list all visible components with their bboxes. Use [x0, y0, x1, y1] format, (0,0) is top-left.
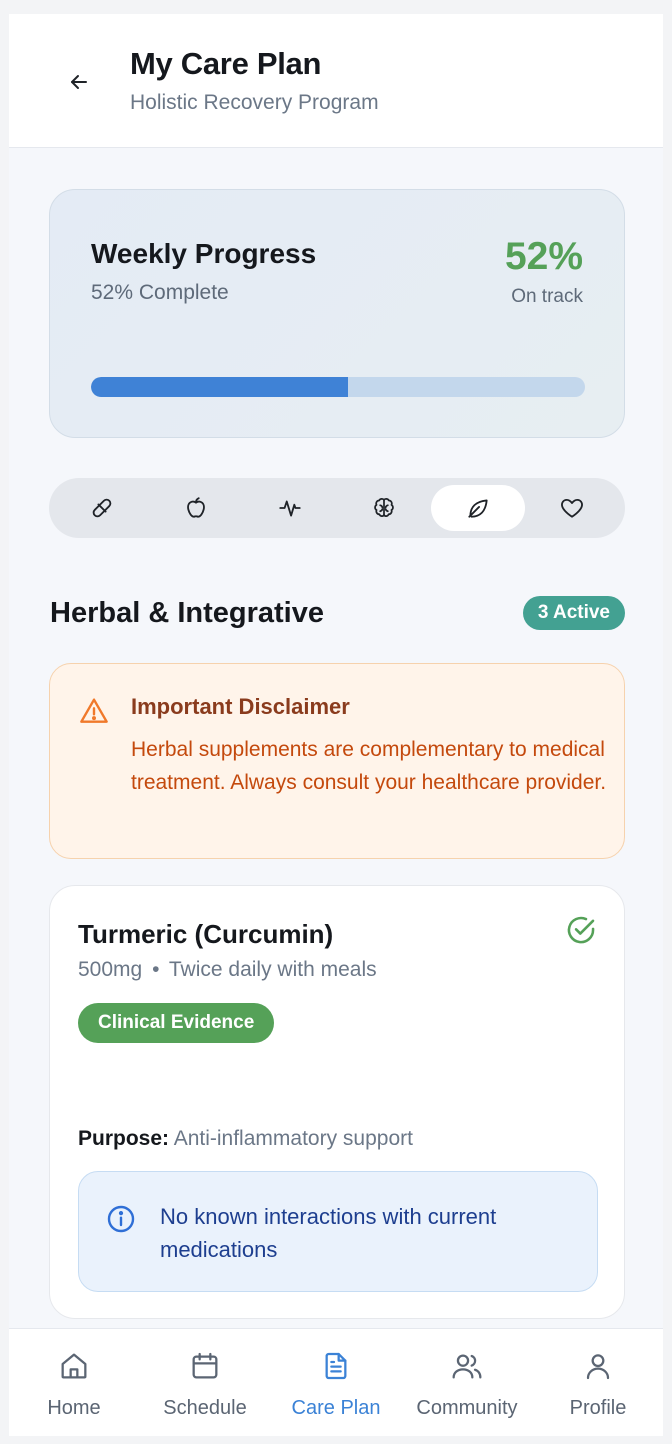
herb-purpose: Purpose: Anti-inflammatory support [78, 1127, 413, 1151]
herb-dosage: 500mg • Twice daily with meals [78, 958, 377, 982]
nav-label: Care Plan [291, 1397, 381, 1419]
purpose-value: Anti-inflammatory support [173, 1127, 413, 1150]
section-title: Herbal & Integrative [50, 597, 324, 629]
interaction-info: No known interactions with current medic… [78, 1171, 598, 1292]
nav-schedule[interactable]: Schedule [140, 1329, 270, 1436]
tab-nutrition[interactable] [149, 485, 243, 531]
progress-bar-fill [91, 377, 348, 397]
progress-subtitle: 52% Complete [91, 281, 229, 304]
check-circle-icon[interactable] [564, 913, 598, 947]
apple-icon [187, 497, 205, 518]
disclaimer-body: Herbal supplements are complementary to … [131, 738, 607, 794]
progress-bar [91, 377, 585, 397]
pill-icon [92, 498, 112, 518]
home-icon [61, 1353, 87, 1379]
herb-card[interactable]: Turmeric (Curcumin) 500mg • Twice daily … [49, 885, 625, 1319]
tab-herbal[interactable] [431, 485, 525, 531]
disclaimer-title: Important Disclaimer [131, 694, 350, 719]
activity-icon [279, 500, 301, 517]
back-button[interactable] [61, 64, 97, 100]
page-subtitle: Holistic Recovery Program [130, 91, 379, 114]
progress-percent: 52% [504, 235, 583, 278]
herb-frequency: Twice daily with meals [168, 958, 377, 981]
herb-name: Turmeric (Curcumin) [78, 919, 334, 949]
warning-triangle-icon [80, 698, 108, 723]
document-icon [325, 1352, 347, 1380]
calendar-icon [192, 1352, 218, 1379]
nav-profile[interactable]: Profile [533, 1329, 663, 1436]
tab-wellness[interactable] [525, 485, 619, 531]
tab-medications[interactable] [55, 485, 149, 531]
info-icon [107, 1205, 135, 1233]
nav-community[interactable]: Community [402, 1329, 532, 1436]
arrow-left-icon [71, 75, 87, 89]
herb-dose: 500mg [78, 958, 143, 981]
nav-care-plan[interactable]: Care Plan [271, 1329, 401, 1436]
purpose-label: Purpose: [78, 1127, 170, 1150]
heart-icon [561, 498, 583, 518]
nav-label: Community [416, 1397, 518, 1419]
brain-icon [374, 498, 394, 517]
header: My Care Plan Holistic Recovery Program [9, 14, 663, 148]
nav-home[interactable]: Home [9, 1329, 139, 1436]
app-screen: My Care Plan Holistic Recovery Program W… [9, 14, 663, 1436]
user-icon [586, 1354, 610, 1380]
dose-separator: • [152, 958, 160, 981]
tab-mental-health[interactable] [337, 485, 431, 531]
nav-label: Home [47, 1397, 101, 1419]
nav-label: Schedule [163, 1397, 247, 1419]
interaction-text: No known interactions with current medic… [160, 1204, 497, 1262]
tab-activity[interactable] [243, 485, 337, 531]
active-count-badge: 3 Active [522, 596, 625, 630]
page-title: My Care Plan [130, 46, 322, 81]
users-icon [452, 1354, 482, 1379]
progress-status: On track [511, 286, 583, 307]
weekly-progress-card: Weekly Progress 52% Complete 52% On trac… [49, 189, 625, 438]
leaf-icon [468, 499, 488, 518]
progress-title: Weekly Progress [91, 238, 317, 269]
nav-label: Profile [569, 1397, 627, 1419]
bottom-navigation: Home Schedule Care Plan Community Profil… [9, 1328, 663, 1436]
category-tabs [49, 478, 625, 538]
evidence-badge: Clinical Evidence [78, 1003, 275, 1043]
disclaimer-banner: Important Disclaimer Herbal supplements … [49, 663, 625, 859]
